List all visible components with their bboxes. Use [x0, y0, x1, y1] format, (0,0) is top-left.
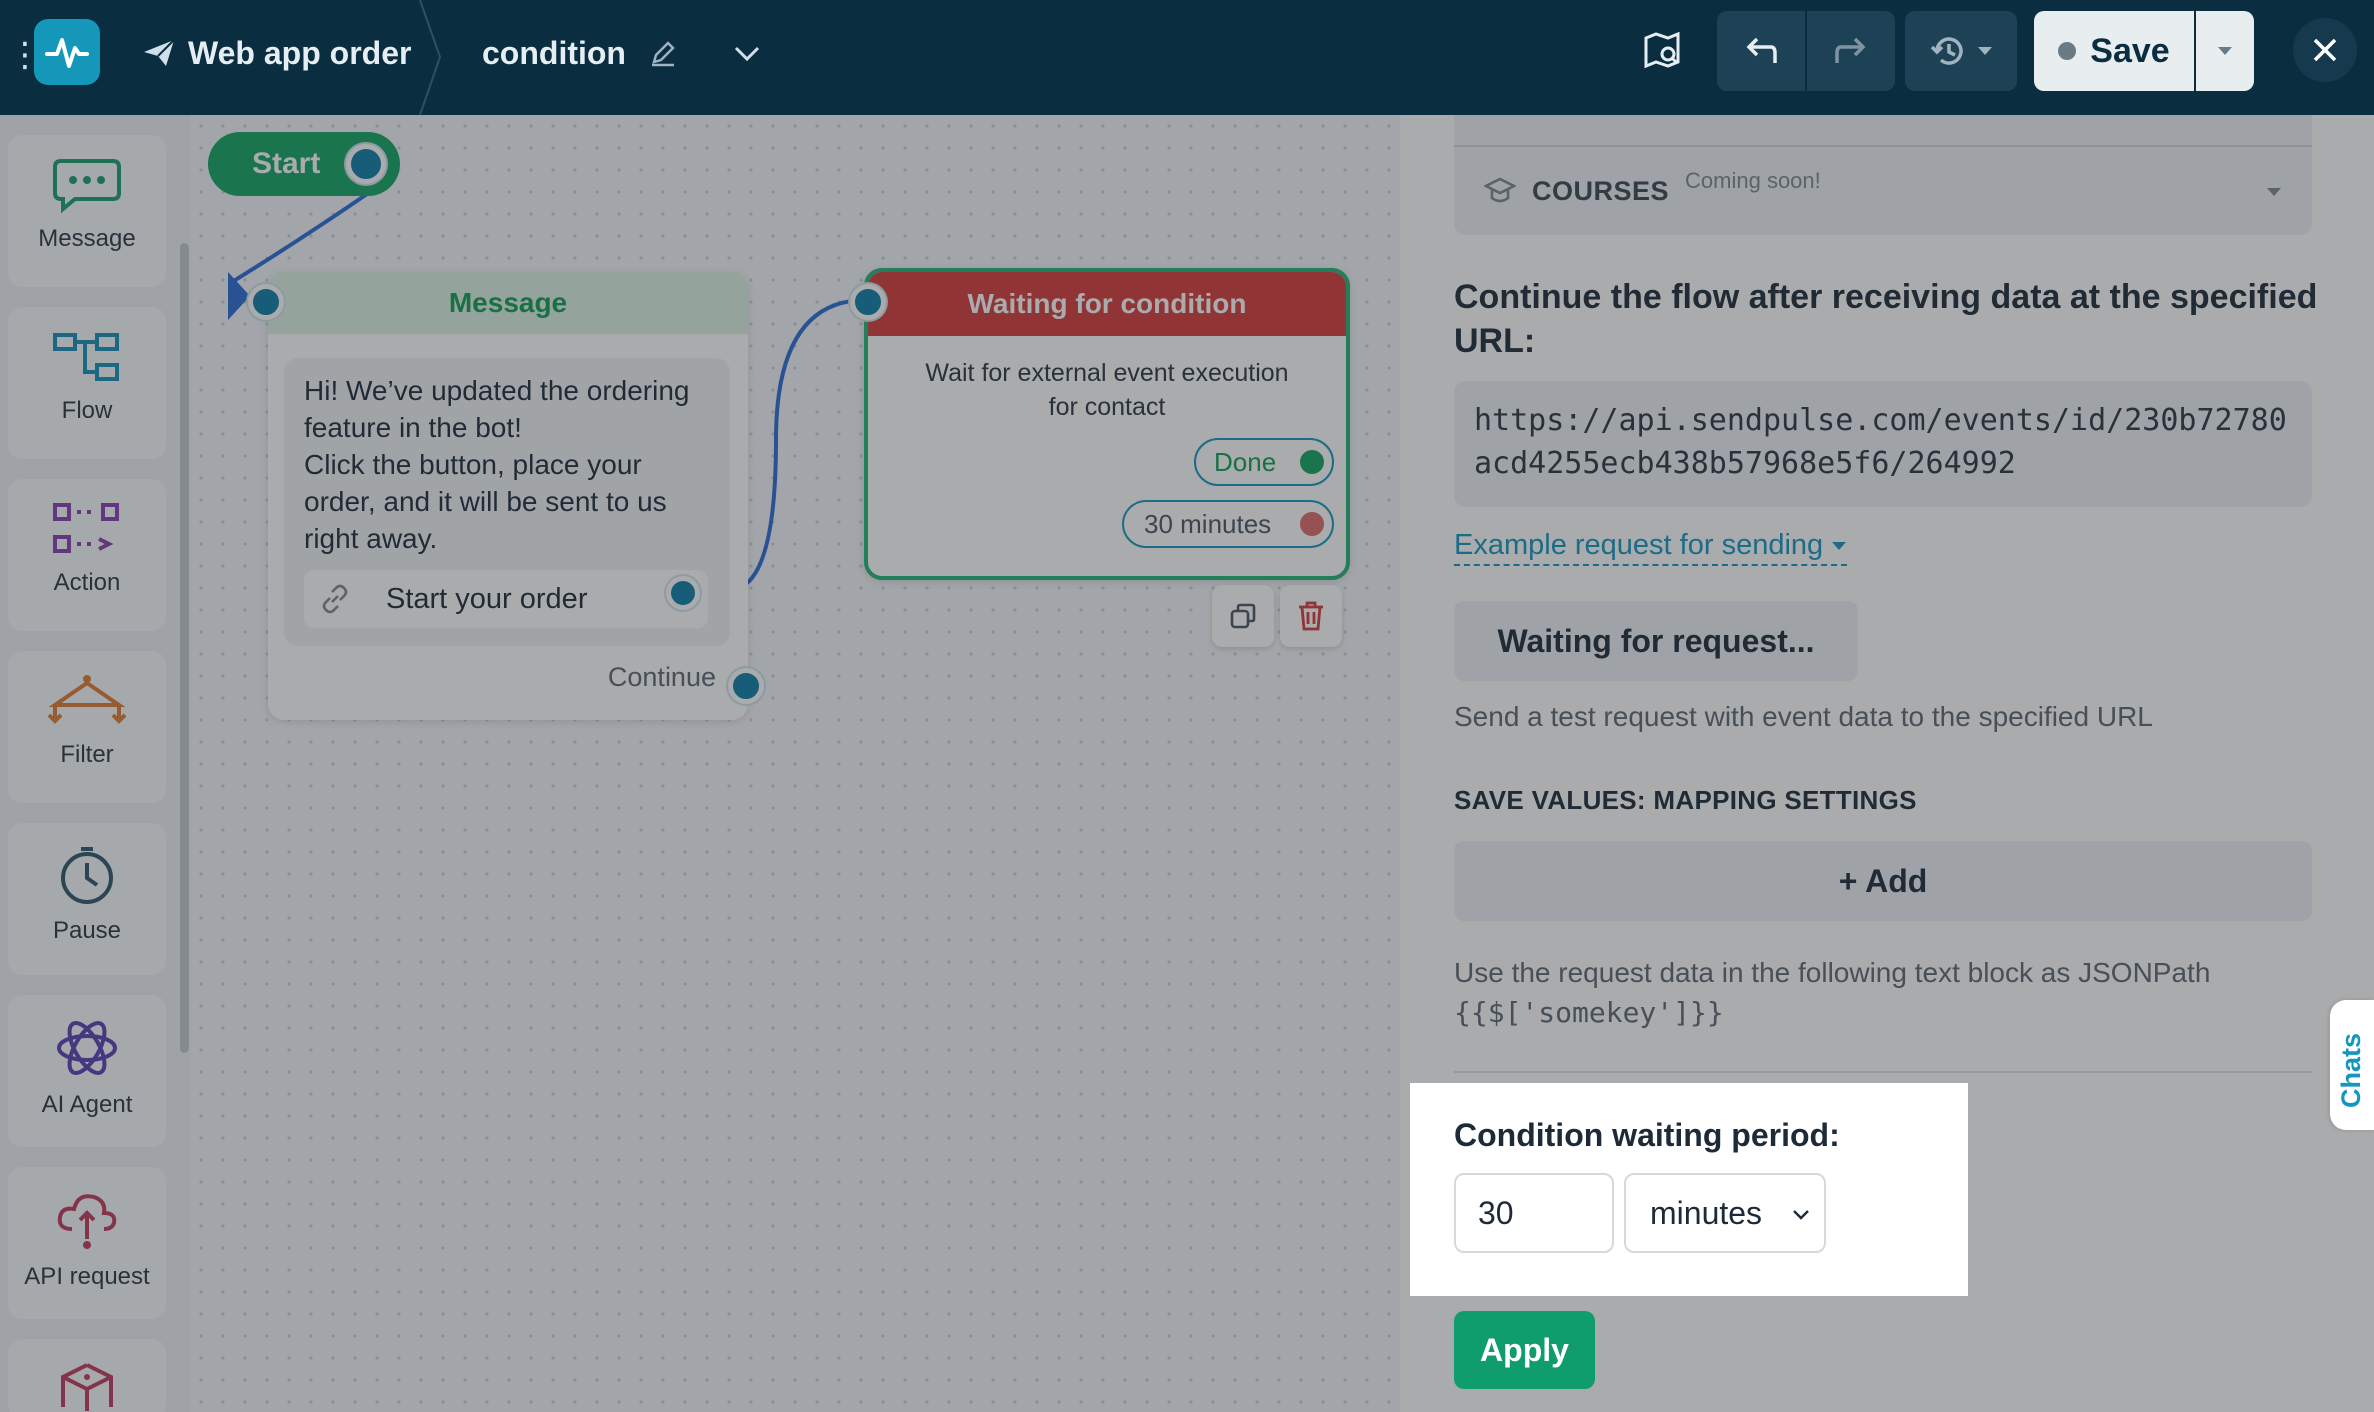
waiting-period-unit: minutes	[1650, 1194, 1763, 1231]
top-bar: ⋮ Web app order condition Save	[0, 0, 2374, 115]
caret-down-icon	[2267, 188, 2281, 196]
send-plane-icon	[144, 39, 175, 66]
undo-button[interactable]	[1717, 11, 1805, 91]
add-button-label: + Add	[1838, 862, 1928, 899]
waiting-for-request-button[interactable]: Waiting for request...	[1454, 601, 1858, 681]
history-clock-icon	[1930, 37, 1963, 65]
caret-down-icon	[2218, 47, 2232, 55]
caret-down-icon	[1978, 47, 1992, 55]
test-request-hint: Send a test request with event data to t…	[1454, 701, 2153, 732]
jsonpath-hint: Use the request data in the following te…	[1454, 953, 2210, 1033]
example-link-label: Example request for sending	[1454, 529, 1824, 561]
mapping-settings-title: SAVE VALUES: MAPPING SETTINGS	[1454, 785, 1917, 815]
pulse-logo-icon	[45, 38, 89, 68]
save-options-button[interactable]	[2196, 11, 2254, 91]
previous-section	[1454, 115, 2312, 147]
close-icon	[2313, 38, 2337, 62]
save-button[interactable]: Save	[2034, 11, 2194, 91]
breadcrumb-separator	[419, 0, 442, 115]
apply-button[interactable]: Apply	[1454, 1311, 1595, 1389]
caret-down-icon	[1832, 541, 1847, 550]
waiting-period-value: 30	[1478, 1194, 1514, 1231]
graduation-cap-icon	[1484, 177, 1516, 203]
map-search-icon[interactable]	[1640, 28, 1684, 72]
redo-button[interactable]	[1807, 11, 1895, 91]
more-vertical-icon[interactable]: ⋮	[8, 38, 42, 72]
chevron-down-icon[interactable]	[730, 38, 764, 68]
panel-title: Continue the flow after receiving data a…	[1454, 278, 2318, 360]
apply-label: Apply	[1480, 1331, 1569, 1368]
history-button[interactable]	[1905, 11, 2017, 91]
waiting-period-section: Condition waiting period: 30 minutes	[1410, 1083, 1968, 1296]
waiting-period-input[interactable]: 30	[1454, 1173, 1614, 1253]
coming-soon-badge: Coming soon!	[1685, 168, 1821, 193]
jsonpath-example: {{$['somekey']}}	[1454, 996, 1724, 1029]
status-dot	[2058, 42, 2077, 60]
edit-pencil-icon[interactable]	[648, 38, 678, 68]
flow-name: Web app order	[188, 34, 412, 71]
waiting-period-title: Condition waiting period:	[1454, 1117, 1840, 1153]
chats-tab[interactable]: Chats	[2330, 1000, 2374, 1130]
webhook-url[interactable]: https://api.sendpulse.com/events/id/230b…	[1454, 381, 2312, 507]
redo-icon	[1835, 37, 1866, 63]
modal-overlay	[0, 115, 1400, 1412]
add-mapping-button[interactable]: + Add	[1454, 841, 2312, 921]
chevron-down-icon	[1793, 1210, 1809, 1220]
waiting-period-unit-select[interactable]: minutes	[1624, 1173, 1826, 1253]
divider	[1454, 1071, 2312, 1073]
breadcrumb-flow[interactable]: Web app order	[142, 30, 411, 76]
courses-section[interactable]: COURSES Coming soon!	[1454, 147, 2312, 235]
chats-tab-label: Chats	[2336, 1032, 2366, 1108]
waiting-button-label: Waiting for request...	[1497, 622, 1815, 659]
courses-label: COURSES	[1532, 175, 1670, 206]
example-request-link[interactable]: Example request for sending	[1454, 529, 1848, 566]
app-logo[interactable]	[34, 19, 100, 85]
close-button[interactable]	[2293, 18, 2357, 82]
breadcrumb-node[interactable]: condition	[482, 30, 764, 76]
save-label: Save	[2090, 31, 2170, 70]
jsonpath-hint-text: Use the request data in the following te…	[1454, 957, 2211, 988]
undo-icon	[1746, 37, 1777, 63]
node-name: condition	[482, 34, 626, 71]
